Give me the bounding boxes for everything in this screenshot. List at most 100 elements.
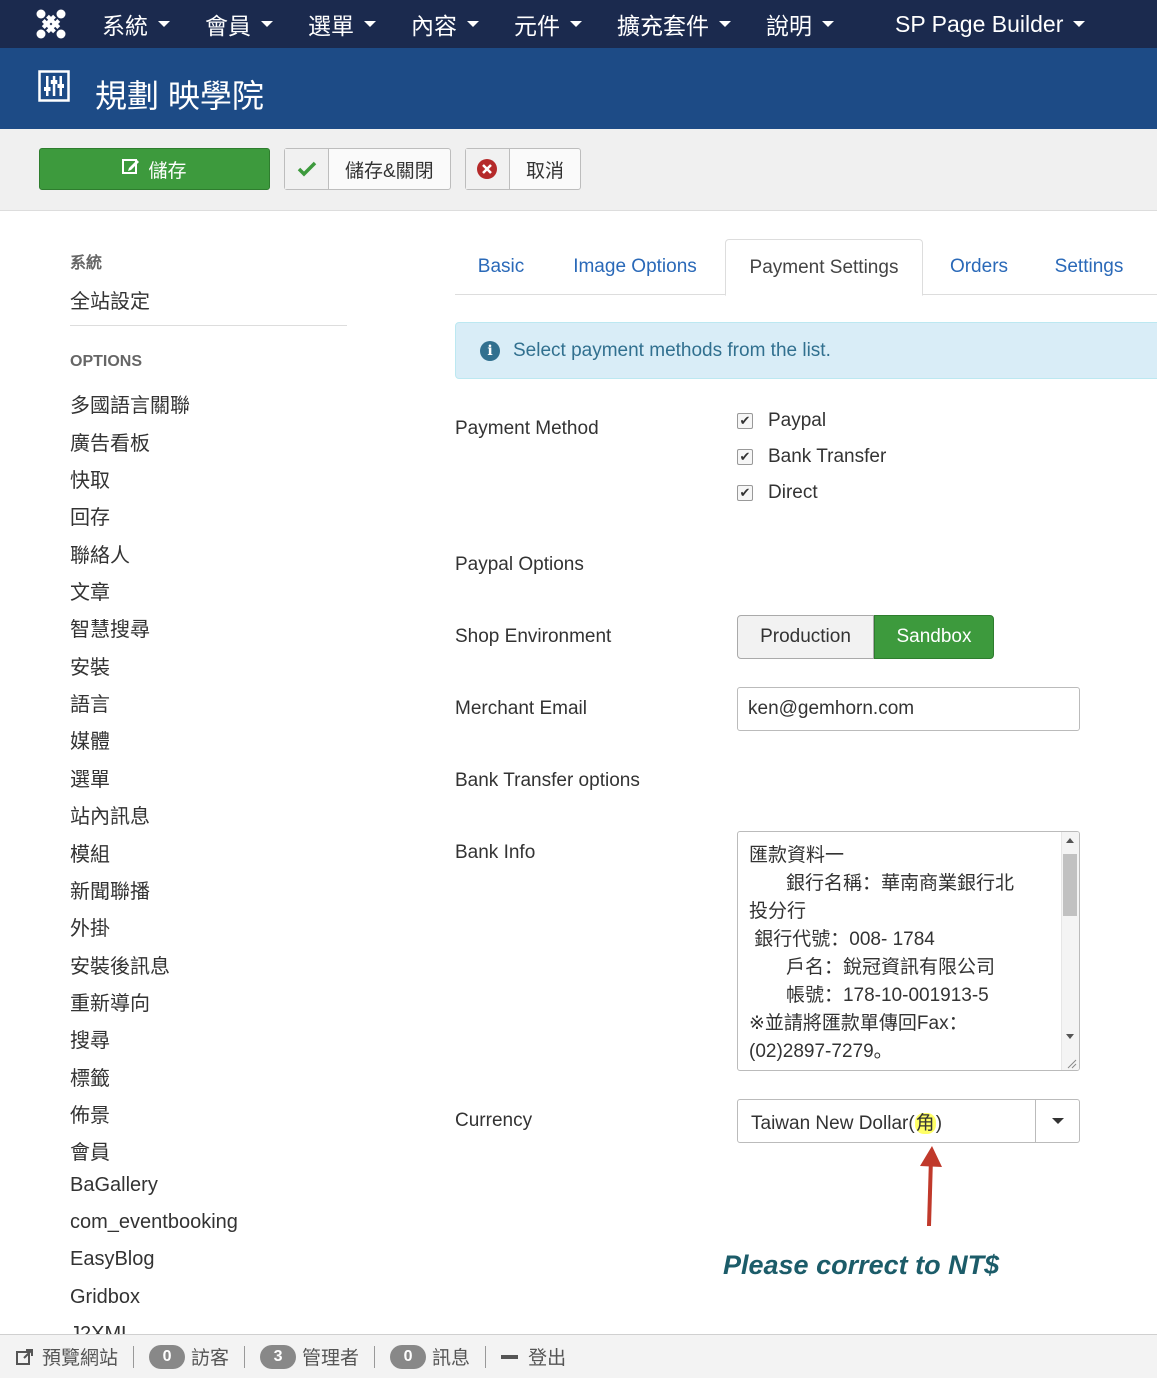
sidebar-item-global-config[interactable]: 全站設定 xyxy=(70,285,150,314)
sidebar-item[interactable]: BaGallery xyxy=(70,1174,158,1197)
sidebar-item[interactable]: 安裝後訊息 xyxy=(70,950,170,979)
caret-down-icon xyxy=(158,21,170,27)
messages-status[interactable]: 0 訊息 xyxy=(390,1343,470,1370)
top-navbar: 系統 會員 選單 內容 元件 擴充套件 說明 SP Page Builder xyxy=(0,0,1157,48)
menu-menus[interactable]: 選單 xyxy=(308,7,391,41)
minus-icon xyxy=(501,1354,519,1359)
tab-basic[interactable]: Basic xyxy=(455,239,547,295)
settings-tabs: Basic Image Options Payment Settings Ord… xyxy=(455,239,1157,296)
bank-info-label: Bank Info xyxy=(455,842,536,863)
checkbox-bank-transfer[interactable]: ✔ Bank Transfer xyxy=(737,446,886,468)
sidebar-item[interactable]: EasyBlog xyxy=(70,1248,155,1271)
merchant-email-label: Merchant Email xyxy=(455,698,587,719)
external-link-icon xyxy=(16,1348,34,1366)
checkmark-icon: ✔ xyxy=(737,449,753,465)
annotation-arrow-icon xyxy=(915,1144,945,1228)
logout-link[interactable]: 登出 xyxy=(501,1343,566,1370)
env-production-button[interactable]: Production xyxy=(737,615,874,659)
sidebar-item[interactable]: com_eventbooking xyxy=(70,1211,238,1234)
currency-value-suffix: ) xyxy=(935,1112,943,1134)
logout-label: 登出 xyxy=(528,1348,567,1369)
menu-system-label: 系統 xyxy=(102,13,148,39)
resize-grip-icon[interactable] xyxy=(1065,1056,1077,1069)
scroll-down-icon[interactable] xyxy=(1066,1034,1074,1039)
sidebar-item[interactable]: Gridbox xyxy=(70,1286,140,1309)
scroll-thumb[interactable] xyxy=(1063,854,1077,916)
edit-icon xyxy=(122,157,140,181)
sliders-icon xyxy=(38,70,70,102)
merchant-email-field[interactable]: ken@gemhorn.com xyxy=(737,687,1080,731)
admins-status[interactable]: 3 管理者 xyxy=(260,1343,359,1370)
menu-extensions[interactable]: 擴充套件 xyxy=(617,7,746,41)
shop-environment-toggle: Production Sandbox xyxy=(737,615,994,659)
shop-environment-label: Shop Environment xyxy=(455,626,612,647)
tab-orders[interactable]: Orders xyxy=(931,239,1027,295)
sidebar-item[interactable]: 選單 xyxy=(70,763,110,792)
bank-info-text: 匯款資料一 銀行名稱：華南商業銀行北 投分行 銀行代號：008- 1784 戶名… xyxy=(749,845,1014,1062)
menu-components[interactable]: 元件 xyxy=(514,7,597,41)
sidebar-item[interactable]: 回存 xyxy=(70,501,110,530)
info-alert: i Select payment methods from the list. xyxy=(455,322,1157,379)
env-sandbox-button[interactable]: Sandbox xyxy=(874,615,994,659)
sidebar-item[interactable]: 搜尋 xyxy=(70,1024,110,1053)
preview-site-label: 預覽網站 xyxy=(42,1348,119,1369)
save-button-label: 儲存 xyxy=(148,160,187,182)
menu-help[interactable]: 說明 xyxy=(766,7,849,41)
currency-value: Taiwan New Dollar(角) xyxy=(738,1108,1035,1135)
info-icon: i xyxy=(480,340,500,361)
sidebar-item[interactable]: 語言 xyxy=(70,688,110,717)
sidebar-item[interactable]: 快取 xyxy=(70,464,110,493)
scroll-up-icon[interactable] xyxy=(1066,838,1074,843)
currency-select[interactable]: Taiwan New Dollar(角) xyxy=(737,1099,1080,1143)
tab-settings[interactable]: Settings xyxy=(1037,239,1141,295)
save-button[interactable]: 儲存 xyxy=(39,148,270,190)
menu-content[interactable]: 內容 xyxy=(411,7,494,41)
sidebar-heading-system: 系統 xyxy=(70,255,103,272)
caret-down-icon xyxy=(570,21,582,27)
tab-payment-settings[interactable]: Payment Settings xyxy=(725,239,923,296)
cancel-button[interactable]: 取消 xyxy=(465,148,581,190)
tab-image-options[interactable]: Image Options xyxy=(554,239,716,295)
menu-sp-page-builder[interactable]: SP Page Builder xyxy=(895,11,1100,38)
bank-info-textarea[interactable]: 匯款資料一 銀行名稱：華南商業銀行北 投分行 銀行代號：008- 1784 戶名… xyxy=(737,831,1080,1071)
caret-down-icon xyxy=(1073,21,1086,27)
menu-sp-page-builder-label: SP Page Builder xyxy=(895,10,1064,37)
checkbox-direct-label: Direct xyxy=(768,482,818,503)
divider xyxy=(133,1345,135,1368)
page-header: 規劃 映學院 xyxy=(0,48,1157,129)
sidebar-item[interactable]: 模組 xyxy=(70,838,110,867)
sidebar-item[interactable]: 媒體 xyxy=(70,725,110,754)
sidebar-item[interactable]: 文章 xyxy=(70,576,110,605)
save-close-button[interactable]: 儲存&關閉 xyxy=(284,148,451,190)
sidebar-item[interactable]: 站內訊息 xyxy=(70,800,150,829)
sidebar-item[interactable]: 佈景 xyxy=(70,1099,110,1128)
checkbox-direct[interactable]: ✔ Direct xyxy=(737,482,818,504)
sidebar-item[interactable]: 會員 xyxy=(70,1136,110,1165)
currency-highlight: 角 xyxy=(914,1112,936,1134)
textarea-scrollbar[interactable] xyxy=(1061,832,1079,1070)
joomla-logo-icon[interactable] xyxy=(0,0,102,48)
menu-users-label: 會員 xyxy=(205,13,251,39)
sidebar-item[interactable]: 智慧搜尋 xyxy=(70,613,150,642)
sidebar-item[interactable]: 聯絡人 xyxy=(70,539,130,568)
preview-site-link[interactable]: 預覽網站 xyxy=(16,1343,118,1370)
alert-text: Select payment methods from the list. xyxy=(513,339,831,361)
menu-users[interactable]: 會員 xyxy=(205,7,288,41)
sidebar-item[interactable]: 廣告看板 xyxy=(70,427,150,456)
sidebar-heading-options: OPTIONS xyxy=(70,353,143,370)
dropdown-arrow-icon[interactable] xyxy=(1035,1100,1079,1142)
caret-down-icon xyxy=(261,21,273,27)
menu-system[interactable]: 系統 xyxy=(102,7,185,41)
sidebar-item[interactable]: 新聞聯播 xyxy=(70,875,150,904)
sidebar-item[interactable]: 安裝 xyxy=(70,651,110,680)
payment-method-label: Payment Method xyxy=(455,418,599,439)
checkbox-paypal[interactable]: ✔ Paypal xyxy=(737,410,826,432)
divider xyxy=(244,1345,246,1368)
sidebar-item[interactable]: 外掛 xyxy=(70,912,110,941)
sidebar-item[interactable]: 標籤 xyxy=(70,1062,110,1091)
sidebar-item[interactable]: 多國語言關聯 xyxy=(70,389,190,418)
visitors-status[interactable]: 0 訪客 xyxy=(149,1343,229,1370)
sidebar-item[interactable]: 重新導向 xyxy=(70,987,150,1016)
messages-label: 訊息 xyxy=(432,1348,471,1369)
checkbox-paypal-label: Paypal xyxy=(768,410,827,431)
